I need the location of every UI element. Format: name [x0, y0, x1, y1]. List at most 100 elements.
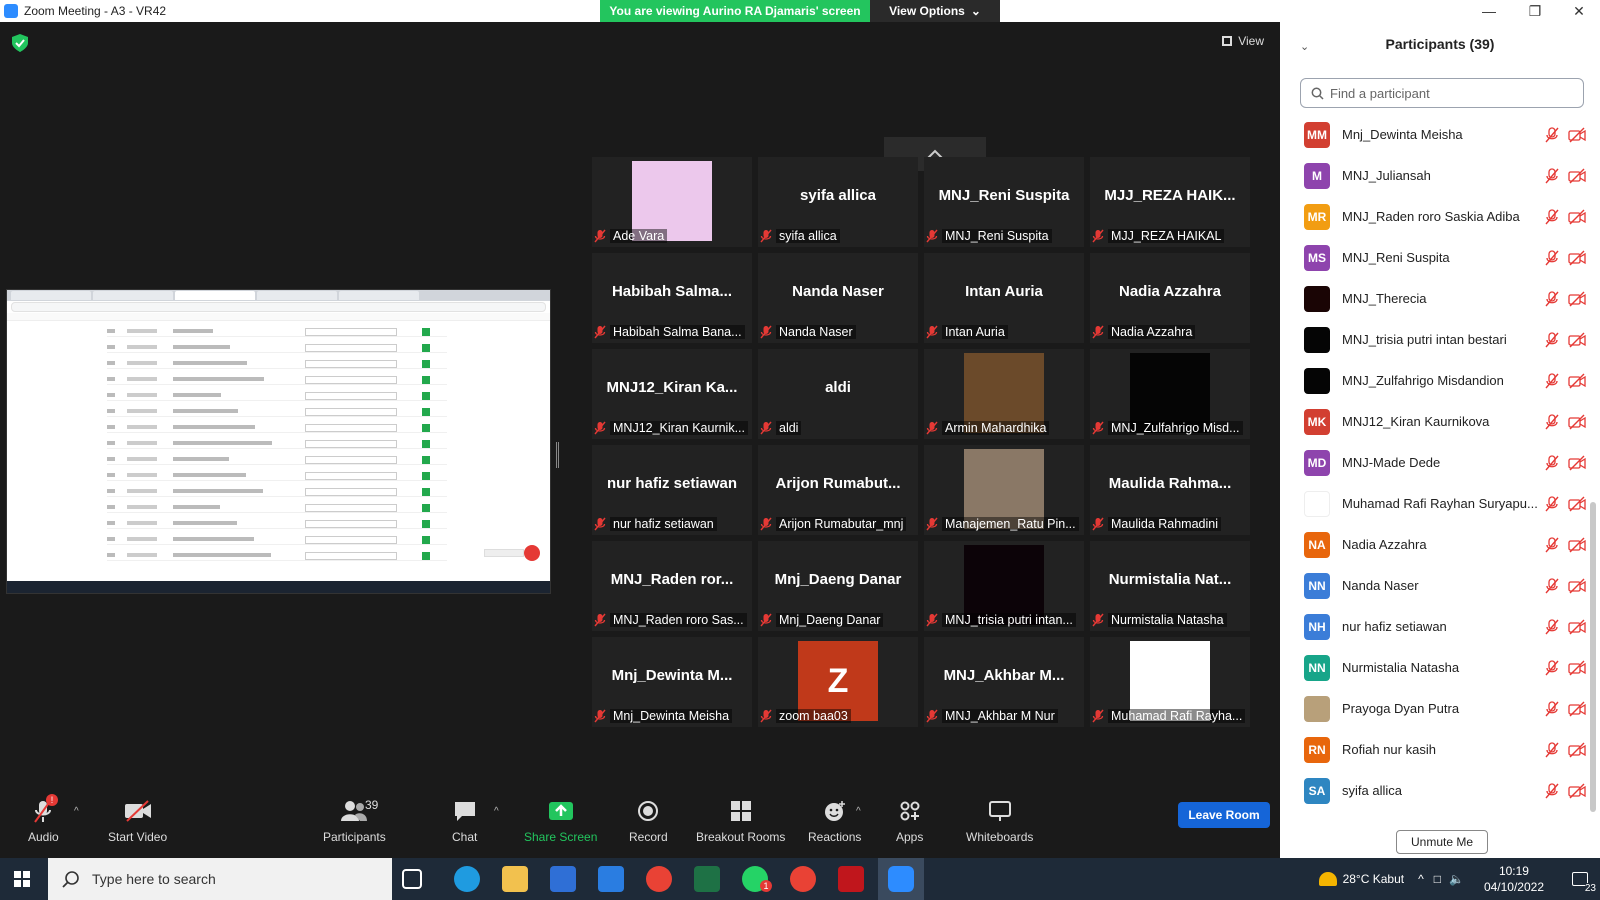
participant-list-item[interactable]: M MNJ_Juliansah: [1280, 155, 1590, 196]
microphone-muted-icon[interactable]: [1544, 618, 1560, 635]
start-video-button[interactable]: Start Video: [108, 796, 167, 844]
microphone-muted-icon[interactable]: [1544, 782, 1560, 799]
participant-list-item[interactable]: Prayoga Dyan Putra: [1280, 688, 1590, 729]
shield-icon[interactable]: [12, 34, 28, 52]
video-tile[interactable]: Zzoom baa03: [758, 637, 918, 727]
chevron-up-icon[interactable]: ^: [1418, 872, 1424, 886]
video-off-icon[interactable]: [1568, 619, 1586, 635]
microphone-muted-icon[interactable]: [1544, 290, 1560, 307]
video-tile[interactable]: Arijon Rumabut... Arijon Rumabutar_mnj: [758, 445, 918, 535]
split-handle[interactable]: [556, 442, 559, 468]
video-tile[interactable]: MNJ_Zulfahrigo Misd...: [1090, 349, 1250, 439]
participant-list-item[interactable]: NN Nanda Naser: [1280, 565, 1590, 606]
reactions-options-caret[interactable]: ^: [856, 806, 861, 817]
video-tile[interactable]: Maulida Rahma... Maulida Rahmadini: [1090, 445, 1250, 535]
clock[interactable]: 10:19 04/10/2022: [1484, 863, 1544, 895]
video-off-icon[interactable]: [1568, 742, 1586, 758]
video-tile[interactable]: MNJ_trisia putri intan...: [924, 541, 1084, 631]
microphone-muted-icon[interactable]: [1544, 372, 1560, 389]
excel-icon[interactable]: [694, 866, 720, 892]
minimize-button[interactable]: —: [1466, 0, 1512, 22]
video-tile[interactable]: Mnj_Dewinta M... Mnj_Dewinta Meisha: [592, 637, 752, 727]
video-tile[interactable]: Nadia Azzahra Nadia Azzahra: [1090, 253, 1250, 343]
notifications-button[interactable]: 23: [1560, 858, 1600, 900]
video-off-icon[interactable]: [1568, 660, 1586, 676]
video-tile[interactable]: Mnj_Daeng Danar Mnj_Daeng Danar: [758, 541, 918, 631]
video-tile[interactable]: syifa allica syifa allica: [758, 157, 918, 247]
close-button[interactable]: ✕: [1556, 0, 1600, 22]
task-view-icon[interactable]: [402, 869, 422, 889]
video-off-icon[interactable]: [1568, 701, 1586, 717]
microsoft-store-icon[interactable]: [550, 866, 576, 892]
video-tile[interactable]: MJJ_REZA HAIK... MJJ_REZA HAIKAL: [1090, 157, 1250, 247]
view-button[interactable]: View: [1222, 34, 1264, 48]
video-tile[interactable]: Armin Mahardhika: [924, 349, 1084, 439]
video-off-icon[interactable]: [1568, 291, 1586, 307]
video-off-icon[interactable]: [1568, 168, 1586, 184]
video-tile[interactable]: Manajemen_Ratu Pin...: [924, 445, 1084, 535]
microphone-muted-icon[interactable]: [1544, 495, 1560, 512]
unmute-me-button[interactable]: Unmute Me: [1396, 830, 1488, 854]
microphone-muted-icon[interactable]: [1544, 536, 1560, 553]
video-off-icon[interactable]: [1568, 332, 1586, 348]
leave-room-button[interactable]: Leave Room: [1178, 802, 1270, 828]
chat-button[interactable]: Chat: [452, 796, 477, 844]
participant-list-item[interactable]: NA Nadia Azzahra: [1280, 524, 1590, 565]
video-off-icon[interactable]: [1568, 373, 1586, 389]
video-tile[interactable]: MNJ12_Kiran Ka... MNJ12_Kiran Kaurnik...: [592, 349, 752, 439]
participant-list-scrollbar[interactable]: [1590, 502, 1596, 812]
video-off-icon[interactable]: [1568, 127, 1586, 143]
participant-list-item[interactable]: MNJ_Therecia: [1280, 278, 1590, 319]
breakout-rooms-button[interactable]: Breakout Rooms: [696, 796, 785, 844]
video-off-icon[interactable]: [1568, 537, 1586, 553]
video-tile[interactable]: Muhamad Rafi Rayha...: [1090, 637, 1250, 727]
reactions-button[interactable]: Reactions: [808, 796, 861, 844]
participant-list-item[interactable]: MNJ_Zulfahrigo Misdandion: [1280, 360, 1590, 401]
whiteboards-button[interactable]: Whiteboards: [966, 796, 1033, 844]
zoom-taskbar-button[interactable]: [878, 858, 924, 900]
video-off-icon[interactable]: [1568, 250, 1586, 266]
microphone-muted-icon[interactable]: [1544, 454, 1560, 471]
video-tile[interactable]: Habibah Salma... Habibah Salma Bana...: [592, 253, 752, 343]
participant-list-item[interactable]: SA syifa allica: [1280, 770, 1590, 811]
video-tile[interactable]: MNJ_Akhbar M... MNJ_Akhbar M Nur: [924, 637, 1084, 727]
record-button[interactable]: Record: [629, 796, 668, 844]
participant-list-item[interactable]: NN Nurmistalia Natasha: [1280, 647, 1590, 688]
weather-text[interactable]: 28°C Kabut: [1343, 872, 1405, 886]
participant-list-item[interactable]: MM Mnj_Dewinta Meisha: [1280, 114, 1590, 155]
taskbar-search-input[interactable]: Type here to search: [48, 858, 392, 900]
volume-icon[interactable]: 🔈: [1449, 872, 1464, 886]
shared-screen[interactable]: [6, 289, 551, 594]
chrome-profile-icon[interactable]: [790, 866, 816, 892]
video-tile[interactable]: nur hafiz setiawan nur hafiz setiawan: [592, 445, 752, 535]
video-tile[interactable]: Nanda Naser Nanda Naser: [758, 253, 918, 343]
video-off-icon[interactable]: [1568, 578, 1586, 594]
microphone-muted-icon[interactable]: [1544, 413, 1560, 430]
microphone-muted-icon[interactable]: [1544, 208, 1560, 225]
participant-list-item[interactable]: NH nur hafiz setiawan: [1280, 606, 1590, 647]
video-off-icon[interactable]: [1568, 209, 1586, 225]
participant-list-item[interactable]: MS MNJ_Reni Suspita: [1280, 237, 1590, 278]
share-screen-button[interactable]: Share Screen: [524, 796, 597, 844]
edge-browser-icon[interactable]: [454, 866, 480, 892]
view-options-button[interactable]: View Options ⌄: [870, 0, 1000, 22]
participant-list-item[interactable]: MK MNJ12_Kiran Kaurnikova: [1280, 401, 1590, 442]
video-tile[interactable]: Ade Vara: [592, 157, 752, 247]
apps-button[interactable]: Apps: [896, 796, 923, 844]
video-tile[interactable]: Intan Auria Intan Auria: [924, 253, 1084, 343]
participant-list-item[interactable]: Muhamad Rafi Rayhan Suryapu...: [1280, 483, 1590, 524]
participant-search-input[interactable]: Find a participant: [1300, 78, 1584, 108]
chat-options-caret[interactable]: ^: [494, 806, 499, 817]
video-tile[interactable]: MNJ_Raden ror... MNJ_Raden roro Sas...: [592, 541, 752, 631]
microphone-muted-icon[interactable]: [1544, 741, 1560, 758]
video-tile[interactable]: aldi aldi: [758, 349, 918, 439]
audio-options-caret[interactable]: ^: [74, 806, 79, 817]
video-tile[interactable]: MNJ_Reni Suspita MNJ_Reni Suspita: [924, 157, 1084, 247]
acrobat-icon[interactable]: [838, 866, 864, 892]
network-icon[interactable]: □: [1434, 872, 1441, 886]
microphone-muted-icon[interactable]: [1544, 331, 1560, 348]
microphone-muted-icon[interactable]: [1544, 700, 1560, 717]
video-off-icon[interactable]: [1568, 783, 1586, 799]
microphone-muted-icon[interactable]: [1544, 126, 1560, 143]
restore-button[interactable]: ❐: [1512, 0, 1558, 22]
